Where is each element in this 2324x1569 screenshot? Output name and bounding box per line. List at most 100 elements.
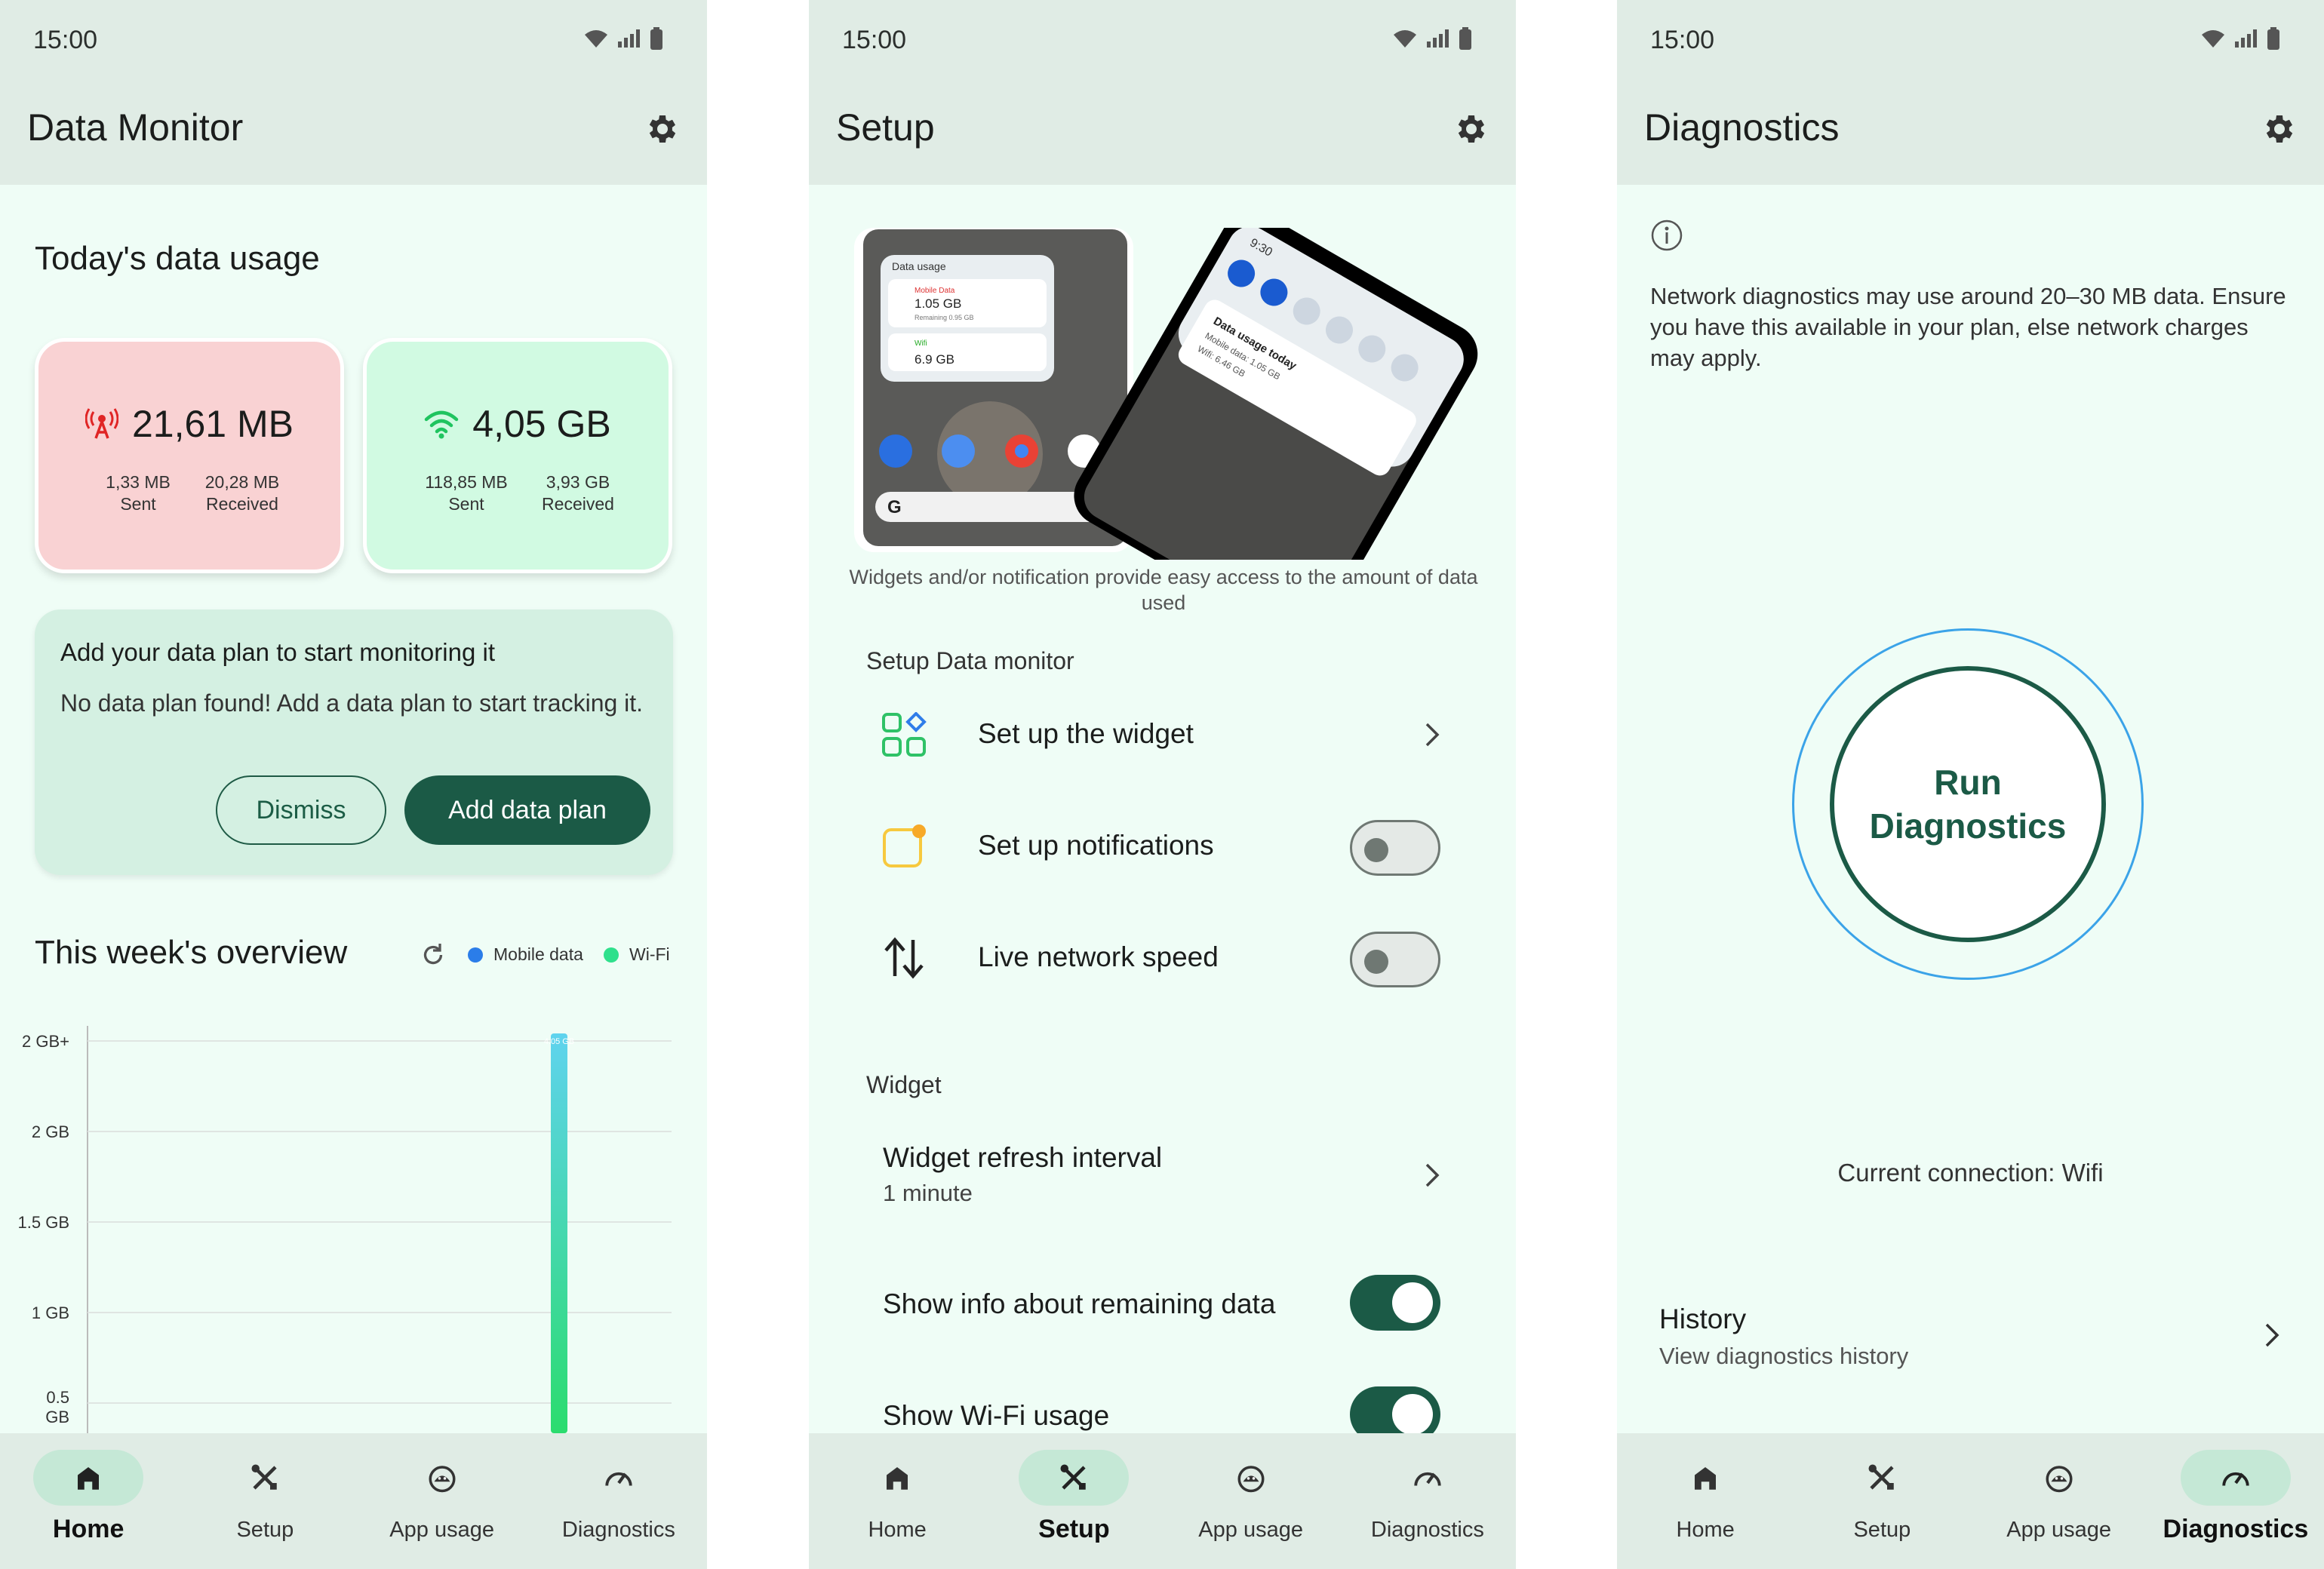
android-icon bbox=[2046, 1466, 2073, 1493]
gear-icon bbox=[1458, 115, 1485, 143]
svg-text:G: G bbox=[887, 497, 902, 517]
settings-button[interactable] bbox=[1445, 104, 1495, 154]
nav-app-usage[interactable]: App usage bbox=[1971, 1433, 2147, 1569]
status-bar: 15:00 bbox=[0, 0, 707, 83]
notifications-toggle[interactable] bbox=[1350, 820, 1440, 876]
home-icon bbox=[78, 1467, 100, 1490]
nav-diagnostics-label: Diagnostics bbox=[2163, 1515, 2309, 1543]
legend-mobile-dot bbox=[468, 947, 483, 963]
nav-setup[interactable]: Setup bbox=[177, 1433, 353, 1569]
nav-setup[interactable]: Setup bbox=[1794, 1433, 1970, 1569]
nav-setup-label: Setup bbox=[236, 1518, 294, 1542]
run-diagnostics-line1: Run bbox=[1934, 763, 2002, 802]
nav-app-usage[interactable]: App usage bbox=[1163, 1433, 1339, 1569]
page-title: Data Monitor bbox=[27, 106, 244, 149]
widget-illustration: Data usage Mobile Data 1.05 GB Remaining… bbox=[854, 228, 1478, 560]
signal-icon bbox=[2235, 29, 2257, 48]
home-icon bbox=[887, 1467, 908, 1490]
gear-icon bbox=[649, 115, 676, 143]
illus-widget-wifi-value: 6.9 GB bbox=[915, 352, 954, 367]
mobile-sent-label: Sent bbox=[120, 494, 156, 514]
nav-setup-label: Setup bbox=[1853, 1518, 1911, 1542]
status-time: 15:00 bbox=[33, 26, 98, 54]
y-tick-label: 0.5 GB bbox=[45, 1388, 69, 1426]
nav-app-usage[interactable]: App usage bbox=[354, 1433, 530, 1569]
current-connection: Current connection: Wifi bbox=[1837, 1159, 2104, 1187]
wifi-received-value: 3,93 GB bbox=[546, 472, 610, 492]
data-plan-card: Add your data plan to start monitoring i… bbox=[35, 609, 673, 875]
nav-setup[interactable]: Setup bbox=[985, 1433, 1162, 1569]
up-down-arrows-icon bbox=[884, 937, 924, 979]
history-subtitle: View diagnostics history bbox=[1659, 1343, 1909, 1369]
home-icon bbox=[1695, 1467, 1717, 1490]
widgets-icon bbox=[882, 712, 927, 757]
nav-home[interactable]: Home bbox=[809, 1433, 985, 1569]
speedometer-icon bbox=[2222, 1472, 2249, 1486]
battery-icon bbox=[1459, 27, 1471, 50]
settings-button[interactable] bbox=[2253, 104, 2303, 154]
add-data-plan-button[interactable]: Add data plan bbox=[404, 775, 650, 845]
bar-wifi-label: 4.05 GB bbox=[544, 1037, 574, 1046]
nav-app-usage-label: App usage bbox=[2006, 1518, 2111, 1542]
notification-icon bbox=[883, 824, 926, 867]
run-diagnostics-button[interactable]: Run Diagnostics bbox=[1830, 666, 2106, 942]
nav-diagnostics[interactable]: Diagnostics bbox=[530, 1433, 707, 1569]
nav-app-usage-label: App usage bbox=[1198, 1518, 1303, 1542]
bar-wifi bbox=[551, 1033, 567, 1433]
mobile-usage-card[interactable]: 21,61 MB 1,33 MB Sent 20,28 MB Received bbox=[35, 338, 344, 573]
section-widget-label: Widget bbox=[866, 1071, 942, 1098]
dismiss-button[interactable]: Dismiss bbox=[216, 775, 386, 845]
status-bar: 15:00 bbox=[809, 0, 1516, 83]
illus-widget-wifi: Wifi bbox=[915, 339, 927, 348]
status-bar: 15:00 bbox=[1617, 0, 2324, 83]
wifi-status-icon bbox=[1394, 30, 1416, 48]
mobile-received-label: Received bbox=[206, 494, 278, 514]
bottom-nav: Home Setup App usage Diagnostics bbox=[0, 1433, 707, 1569]
gear-icon bbox=[2266, 115, 2293, 143]
nav-home-label: Home bbox=[52, 1515, 124, 1543]
nav-home-label: Home bbox=[868, 1518, 927, 1542]
live-speed-label: Live network speed bbox=[978, 941, 1219, 972]
wifi-status-icon bbox=[2202, 30, 2224, 48]
info-icon bbox=[1651, 220, 1683, 251]
y-tick-label: 2 GB+ bbox=[22, 1032, 69, 1051]
refresh-icon[interactable] bbox=[420, 941, 447, 969]
today-heading: Today's data usage bbox=[35, 240, 320, 277]
remaining-data-label: Show info about remaining data bbox=[883, 1288, 1276, 1319]
signal-icon bbox=[618, 29, 640, 48]
mobile-received-value: 20,28 MB bbox=[204, 472, 280, 492]
nav-home[interactable]: Home bbox=[0, 1433, 177, 1569]
nav-setup-label: Setup bbox=[1038, 1515, 1110, 1543]
wifi-icon bbox=[425, 410, 459, 439]
battery-icon bbox=[650, 27, 662, 50]
live-speed-toggle[interactable] bbox=[1350, 932, 1440, 987]
setup-widget-label: Set up the widget bbox=[978, 718, 1194, 749]
cell-tower-icon bbox=[85, 408, 118, 439]
settings-button[interactable] bbox=[636, 104, 686, 154]
tools-icon bbox=[1868, 1464, 1895, 1490]
page-title: Diagnostics bbox=[1644, 106, 1840, 149]
wifi-usage-label: Show Wi-Fi usage bbox=[883, 1400, 1110, 1431]
wifi-total: 4,05 GB bbox=[472, 403, 611, 445]
setup-screen: 15:00 Setup Data usage Mobile Data 1.05 … bbox=[809, 0, 1516, 1569]
tools-icon bbox=[1060, 1464, 1087, 1490]
chevron-right-icon bbox=[1425, 723, 1440, 747]
illus-widget-mobile-value: 1.05 GB bbox=[915, 296, 961, 311]
battery-icon bbox=[2267, 27, 2279, 50]
app-bar: Setup bbox=[809, 83, 1516, 185]
wifi-received-label: Received bbox=[542, 494, 614, 514]
run-diagnostics-line2: Diagnostics bbox=[1869, 806, 2067, 846]
legend-mobile: Mobile data bbox=[468, 944, 583, 965]
nav-diagnostics[interactable]: Diagnostics bbox=[2147, 1433, 2324, 1569]
tools-icon bbox=[251, 1464, 278, 1490]
wifi-status-icon bbox=[585, 30, 607, 48]
wifi-usage-card[interactable]: 4,05 GB 118,85 MB Sent 3,93 GB Received bbox=[363, 338, 672, 573]
legend-wifi: Wi-Fi bbox=[604, 944, 670, 965]
legend-wifi-label: Wi-Fi bbox=[629, 944, 670, 964]
remaining-data-toggle[interactable] bbox=[1350, 1275, 1440, 1331]
nav-home[interactable]: Home bbox=[1617, 1433, 1794, 1569]
home-screen: 15:00 Data Monitor Today's data usage 21… bbox=[0, 0, 707, 1569]
nav-diagnostics[interactable]: Diagnostics bbox=[1339, 1433, 1516, 1569]
section-setup-label: Setup Data monitor bbox=[866, 647, 1074, 674]
chevron-right-icon bbox=[2265, 1323, 2279, 1347]
